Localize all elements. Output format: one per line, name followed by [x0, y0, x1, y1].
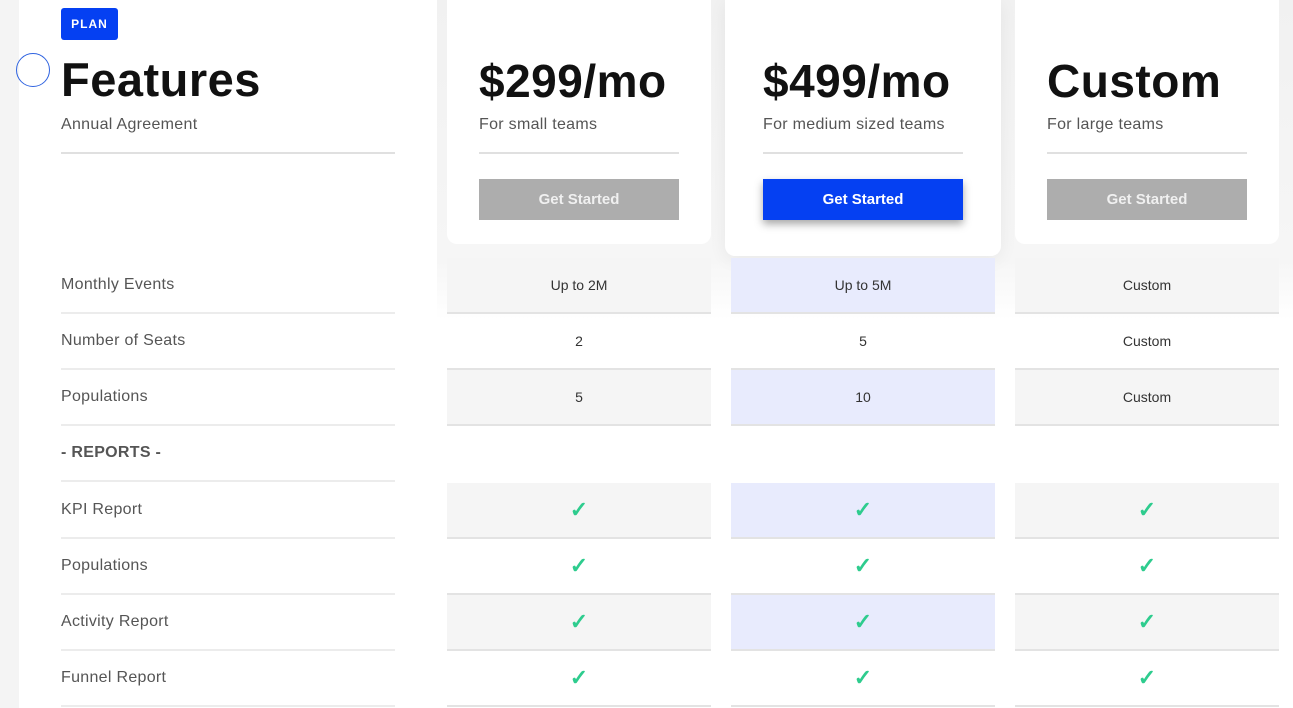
check-icon: ✓ [1137, 497, 1157, 522]
plan-divider [763, 152, 963, 154]
cell-value: Up to 5M [834, 277, 892, 293]
cell-value: Custom [1122, 333, 1172, 349]
cell-value: 5 [859, 333, 867, 349]
table-cell: ✓ [731, 539, 995, 595]
cell-value: 10 [855, 389, 871, 405]
plan-card-large: Custom For large teams Get Started [1015, 0, 1279, 244]
check-icon: ✓ [569, 553, 589, 578]
plan-card-medium: $499/mo For medium sized teams Get Start… [725, 0, 1001, 256]
table-cell: Custom [1015, 370, 1279, 426]
plan-price: $499/mo [763, 55, 951, 107]
page-title: Features [61, 53, 261, 106]
feature-label: Monthly Events [61, 276, 175, 293]
plan-divider [1047, 152, 1247, 154]
check-icon: ✓ [853, 609, 873, 634]
table-cell: Custom [1015, 314, 1279, 370]
page-subtitle: Annual Agreement [61, 116, 198, 133]
table-cell: 2 [447, 314, 711, 370]
check-icon: ✓ [853, 665, 873, 690]
check-icon: ✓ [1137, 665, 1157, 690]
row-divider [61, 705, 395, 707]
section-heading: - REPORTS - [61, 444, 162, 461]
table-cell: Up to 2M [447, 258, 711, 314]
table-cell: ✓ [1015, 483, 1279, 539]
row-divider [61, 368, 395, 370]
check-icon: ✓ [1137, 553, 1157, 578]
plan-subtitle: For large teams [1047, 116, 1164, 133]
feature-label: Populations [61, 388, 148, 405]
row-divider [61, 593, 395, 595]
feature-label: Number of Seats [61, 332, 186, 349]
feature-label: KPI Report [61, 501, 143, 518]
table-cell: ✓ [731, 595, 995, 651]
plan-price: $299/mo [479, 55, 667, 107]
cell-value: Up to 2M [550, 277, 608, 293]
circle-icon[interactable] [16, 53, 50, 87]
check-icon: ✓ [569, 665, 589, 690]
check-icon: ✓ [1137, 609, 1157, 634]
plan-subtitle: For medium sized teams [763, 116, 945, 133]
cell-value: Custom [1122, 389, 1172, 405]
table-cell: Custom [1015, 258, 1279, 314]
get-started-button[interactable]: Get Started [479, 179, 679, 220]
table-cell: ✓ [731, 651, 995, 707]
cell-value: 2 [575, 333, 583, 349]
header-divider [61, 152, 395, 154]
table-cell: ✓ [1015, 651, 1279, 707]
table-cell: ✓ [1015, 539, 1279, 595]
table-cell: ✓ [1015, 595, 1279, 651]
table-cell: ✓ [447, 651, 711, 707]
plan-subtitle: For small teams [479, 116, 598, 133]
check-icon: ✓ [853, 497, 873, 522]
check-icon: ✓ [569, 609, 589, 634]
feature-label: Populations [61, 557, 148, 574]
get-started-button[interactable]: Get Started [1047, 179, 1247, 220]
row-divider [61, 537, 395, 539]
get-started-button[interactable]: Get Started [763, 179, 963, 220]
table-cell: ✓ [447, 483, 711, 539]
feature-label: Activity Report [61, 613, 169, 630]
plan-divider [479, 152, 679, 154]
table-cell: ✓ [447, 539, 711, 595]
row-divider [61, 312, 395, 314]
row-divider [61, 649, 395, 651]
check-icon: ✓ [853, 553, 873, 578]
feature-label: Funnel Report [61, 669, 167, 686]
table-cell: Up to 5M [731, 258, 995, 314]
table-cell: 5 [731, 314, 995, 370]
cell-value: 5 [575, 389, 583, 405]
check-icon: ✓ [569, 497, 589, 522]
table-cell: ✓ [731, 483, 995, 539]
plan-card-small: $299/mo For small teams Get Started [447, 0, 711, 244]
plan-price: Custom [1047, 55, 1222, 107]
row-divider [61, 424, 395, 426]
plan-badge: PLAN [61, 8, 118, 40]
row-divider [61, 480, 395, 482]
table-cell: 5 [447, 370, 711, 426]
table-cell: ✓ [447, 595, 711, 651]
table-cell: 10 [731, 370, 995, 426]
cell-value: Custom [1122, 277, 1172, 293]
